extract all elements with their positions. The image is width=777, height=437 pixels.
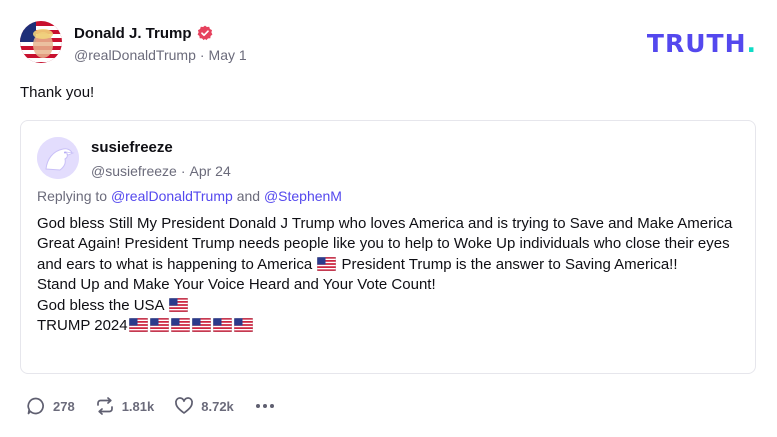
us-flag-icon	[234, 318, 253, 332]
post-text: Thank you!	[20, 84, 95, 101]
retruth-button[interactable]: 1.81k	[95, 396, 155, 416]
meta-separator: ·	[180, 163, 186, 179]
logo-dot: .	[746, 29, 757, 58]
replying-to: Replying to @realDonaldTrump and @Stephe…	[37, 188, 342, 204]
avatar-flag-portrait-icon	[20, 21, 62, 63]
meta-separator: ·	[199, 47, 205, 63]
us-flag-icon	[150, 318, 169, 332]
truth-logo[interactable]: TRUTH.	[647, 29, 757, 58]
quoted-post[interactable]: susiefreeze @susiefreeze · Apr 24 Replyi…	[20, 120, 756, 374]
post-header: Donald J. Trump @realDonaldTrump · May 1…	[20, 21, 757, 65]
author-info: Donald J. Trump @realDonaldTrump · May 1	[74, 23, 247, 64]
logo-text: TRUTH	[646, 29, 747, 58]
body-text-4: TRUMP 2024	[37, 317, 128, 335]
body-paragraph-2: Stand Up and Make Your Voice Heard and Y…	[37, 276, 436, 294]
post-date[interactable]: May 1	[209, 47, 247, 63]
quoted-post-date[interactable]: Apr 24	[189, 163, 230, 179]
mention-realdonaldtrump[interactable]: @realDonaldTrump	[111, 188, 233, 204]
more-dots-icon	[255, 404, 274, 408]
post-actions: 278 1.81k 8.72k	[26, 396, 276, 416]
replying-and: and	[236, 188, 261, 204]
more-options-button[interactable]	[254, 396, 276, 416]
like-count: 8.72k	[201, 398, 234, 414]
body-paragraph-3: God bless the USA	[37, 296, 737, 316]
us-flag-icon	[171, 318, 190, 332]
reply-count: 278	[53, 398, 75, 414]
reply-icon	[27, 397, 44, 415]
us-flag-icon	[129, 318, 148, 332]
author-avatar[interactable]	[20, 21, 62, 63]
replying-prefix: Replying to	[37, 188, 108, 204]
author-handle[interactable]: @realDonaldTrump	[74, 47, 196, 63]
eagle-avatar-icon	[37, 137, 79, 179]
quoted-post-body: God bless Still My President Donald J Tr…	[37, 214, 737, 336]
retruth-count: 1.81k	[121, 398, 155, 414]
verified-badge-icon	[197, 25, 212, 41]
us-flag-icon	[317, 257, 336, 271]
quoted-author-handle[interactable]: @susiefreeze	[91, 163, 177, 179]
body-text-3: God bless the USA	[37, 296, 164, 314]
us-flag-icon	[192, 318, 211, 332]
mention-stephenm[interactable]: @StephenM	[264, 188, 342, 204]
quoted-author-info: susiefreeze @susiefreeze · Apr 24	[91, 139, 231, 179]
heart-icon	[175, 397, 194, 414]
quoted-author-name[interactable]: susiefreeze	[91, 139, 231, 159]
retruth-icon	[96, 397, 113, 415]
body-paragraph-1: God bless Still My President Donald J Tr…	[37, 214, 737, 275]
body-paragraph-4: TRUMP 2024	[37, 316, 737, 336]
quoted-author-avatar[interactable]	[37, 137, 79, 179]
body-text-1b: President Trump is the answer to Saving …	[341, 255, 678, 273]
author-name[interactable]: Donald J. Trump	[74, 25, 192, 42]
like-button[interactable]: 8.72k	[174, 396, 234, 416]
us-flag-icon	[169, 298, 188, 312]
reply-button[interactable]: 278	[26, 396, 75, 416]
us-flag-icon	[213, 318, 232, 332]
